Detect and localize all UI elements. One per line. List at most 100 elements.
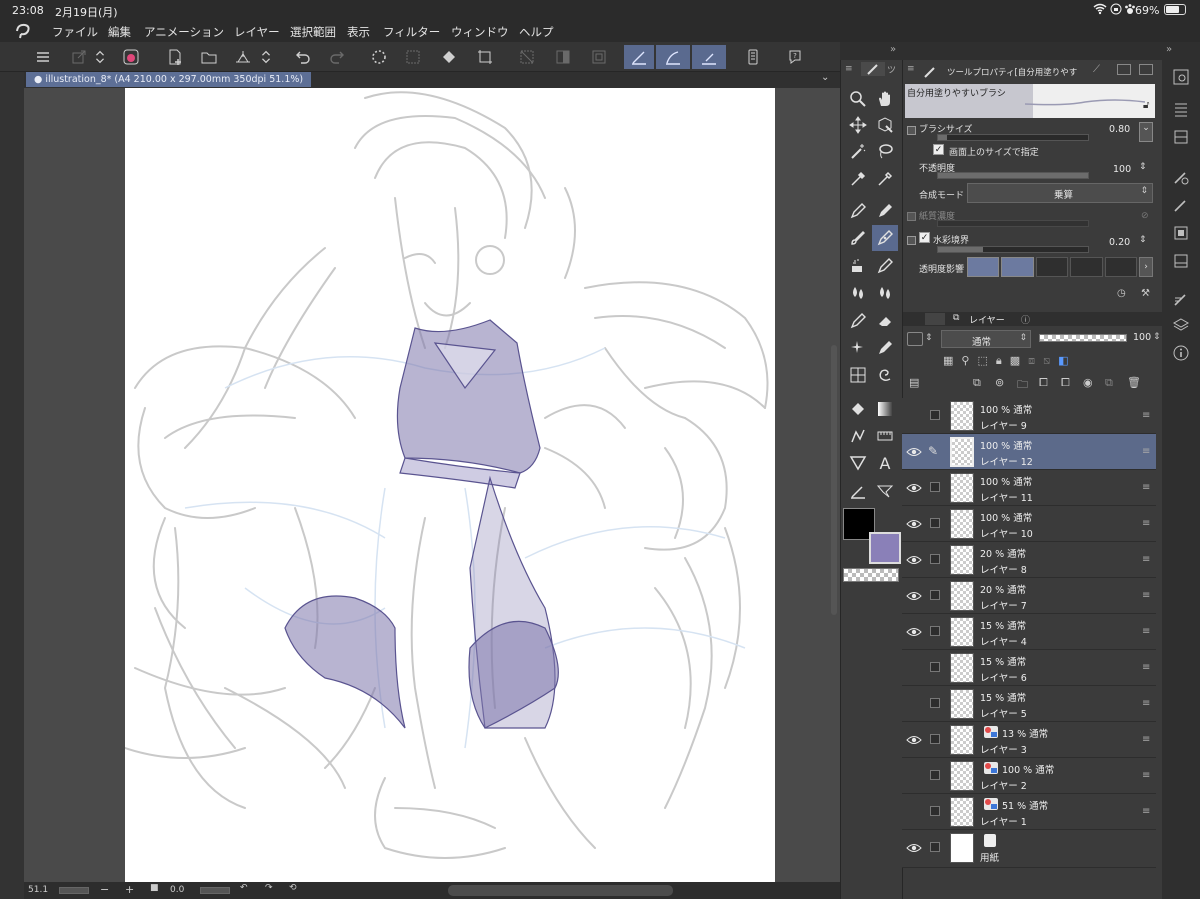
menu-animation[interactable]: アニメーション	[144, 24, 224, 40]
watercolor-checkbox[interactable]: ✓	[919, 232, 930, 243]
layer-property-icon[interactable]	[1168, 124, 1194, 150]
paper-settings-icon[interactable]: ⊘	[1141, 211, 1149, 221]
duplicate-layer-icon[interactable]: ⧠	[1039, 376, 1048, 390]
eyedropper-icon[interactable]	[845, 166, 871, 192]
figure-tool-icon[interactable]	[845, 423, 871, 449]
lock-alpha-icon[interactable]: ▩	[1010, 354, 1020, 370]
mask-disable-icon[interactable]: ⧅	[1043, 354, 1050, 370]
zoom-tool-icon[interactable]	[845, 86, 871, 112]
menu-file[interactable]: ファイル	[52, 24, 98, 40]
panel-menu-icon[interactable]: ≡	[907, 64, 915, 74]
decoration-icon[interactable]	[872, 253, 898, 279]
watercolor-brush-icon[interactable]	[872, 225, 898, 251]
rotation-slider[interactable]	[200, 887, 230, 894]
move-tool-icon[interactable]	[845, 112, 871, 138]
vertical-scrollbar[interactable]	[831, 345, 837, 615]
app-logo-icon[interactable]	[14, 22, 32, 43]
layer-tab-stack-icon[interactable]: ⧉	[953, 313, 959, 323]
save-icon[interactable]	[230, 45, 256, 69]
material-icon[interactable]	[1168, 220, 1194, 246]
expand-paper-icon[interactable]	[907, 212, 916, 221]
fill-bucket-icon[interactable]	[845, 396, 871, 422]
watercolor-value[interactable]: 0.20	[1109, 237, 1130, 248]
layer-row-12[interactable]: ✎ 100 % 通常 レイヤー 12 ≡	[902, 434, 1156, 470]
edit-target-checkbox[interactable]	[930, 590, 940, 600]
reset-rotation-icon[interactable]: ⟲	[289, 883, 297, 893]
tab-list-chevron-icon[interactable]: ⌄	[821, 72, 829, 83]
layer-opacity-value[interactable]: 100	[1133, 332, 1151, 343]
edit-target-checkbox[interactable]	[930, 518, 940, 528]
pen-alt-icon[interactable]	[845, 308, 871, 334]
edit-target-checkbox[interactable]	[930, 410, 940, 420]
brush-tool-icon[interactable]	[845, 225, 871, 251]
clear-icon[interactable]	[400, 45, 426, 69]
opacity-stepper[interactable]: ⇕	[1139, 162, 1151, 178]
tool-property-tab-icon[interactable]: ⟋	[1093, 64, 1100, 75]
selection-icon[interactable]	[586, 45, 612, 69]
visibility-eye-icon[interactable]	[906, 552, 922, 568]
blend-alt-icon[interactable]	[872, 280, 898, 306]
layer-row-10[interactable]: 100 % 通常 レイヤー 10 ≡	[902, 506, 1156, 542]
edit-target-checkbox[interactable]	[930, 734, 940, 744]
transparency-option[interactable]	[1104, 257, 1138, 277]
sparkle-icon[interactable]	[845, 335, 871, 361]
menu-help[interactable]: ヘルプ	[519, 24, 554, 40]
up-down-chevron-icon[interactable]	[92, 45, 108, 69]
device-icon[interactable]	[740, 45, 766, 69]
magic-wand-icon[interactable]	[845, 138, 871, 164]
menu-view[interactable]: 表示	[347, 24, 370, 40]
rotation-value[interactable]: 0.0	[170, 885, 184, 895]
info-tab-icon[interactable]: ⓘ	[1021, 313, 1030, 326]
watercolor-stepper[interactable]: ⇕	[1139, 235, 1151, 251]
object-tool-icon[interactable]	[872, 112, 898, 138]
layer-drag-handle-icon[interactable]: ≡	[1142, 446, 1150, 457]
pen-tool-icon[interactable]	[845, 198, 871, 224]
transparent-color-swatch[interactable]	[843, 568, 899, 582]
zoom-in-icon[interactable]: +	[125, 883, 134, 896]
zoom-slider[interactable]	[59, 887, 89, 894]
tab-brush-icon[interactable]	[925, 313, 945, 325]
menu-window[interactable]: ウィンドウ	[451, 24, 509, 40]
correction-brush-icon[interactable]	[872, 335, 898, 361]
edit-target-checkbox[interactable]	[930, 662, 940, 672]
edit-target-checkbox[interactable]	[930, 806, 940, 816]
edit-target-checkbox[interactable]	[930, 626, 940, 636]
zoom-value[interactable]: 51.1	[28, 885, 48, 895]
brush-size-value[interactable]: 0.80	[1109, 124, 1130, 135]
layer-drag-handle-icon[interactable]: ≡	[1142, 770, 1150, 781]
layer-drag-handle-icon[interactable]: ≡	[1142, 410, 1150, 421]
transparency-option[interactable]	[967, 257, 1000, 277]
frame-tool-icon[interactable]	[845, 450, 871, 476]
layer-row-5[interactable]: 15 % 通常 レイヤー 5 ≡	[902, 686, 1156, 722]
layer-row-9[interactable]: 100 % 通常 レイヤー 9 ≡	[902, 398, 1156, 434]
layer-row-8[interactable]: 20 % 通常 レイヤー 8 ≡	[902, 542, 1156, 578]
brush-preview[interactable]: 自分用塗りやすいブラシ 🔓︎	[905, 84, 1155, 118]
paper-density-slider[interactable]	[937, 220, 1089, 227]
snap-grid-icon[interactable]	[692, 45, 726, 69]
layer-opacity-stepper[interactable]: ⇕	[1153, 332, 1161, 342]
tool-tab-brush-icon[interactable]	[861, 62, 885, 76]
transparency-option[interactable]	[1035, 257, 1069, 277]
rotate-left-icon[interactable]: ↶	[240, 883, 248, 893]
new-canvas-icon[interactable]	[162, 45, 188, 69]
sub-color-swatch[interactable]	[869, 532, 901, 564]
blend-mode-select[interactable]: 乗算 ⇕	[967, 183, 1153, 203]
collapse-panel-icon[interactable]: »	[890, 44, 896, 55]
lock-layer-icon[interactable]: 🔒︎	[996, 354, 1002, 370]
visibility-eye-icon[interactable]	[906, 840, 922, 856]
transparency-option[interactable]	[1070, 257, 1103, 277]
menu-filter[interactable]: フィルター	[383, 24, 440, 40]
hand-tool-icon[interactable]	[872, 86, 898, 112]
menu-layer[interactable]: レイヤー	[234, 24, 280, 40]
layer-row-11[interactable]: 100 % 通常 レイヤー 11 ≡	[902, 470, 1156, 506]
blend-tool-icon[interactable]	[845, 280, 871, 306]
color-set-icon[interactable]	[1168, 248, 1194, 274]
screen-size-checkbox[interactable]: ✓	[933, 144, 944, 155]
info-icon[interactable]	[1168, 340, 1194, 366]
collapse-watercolor-icon[interactable]	[907, 236, 916, 245]
layers-stack-icon[interactable]	[1168, 312, 1194, 338]
balloon-tail-icon[interactable]	[872, 478, 898, 504]
redo-icon[interactable]	[324, 45, 350, 69]
visibility-eye-icon[interactable]	[906, 516, 922, 532]
horizontal-scrollbar[interactable]	[448, 885, 673, 896]
